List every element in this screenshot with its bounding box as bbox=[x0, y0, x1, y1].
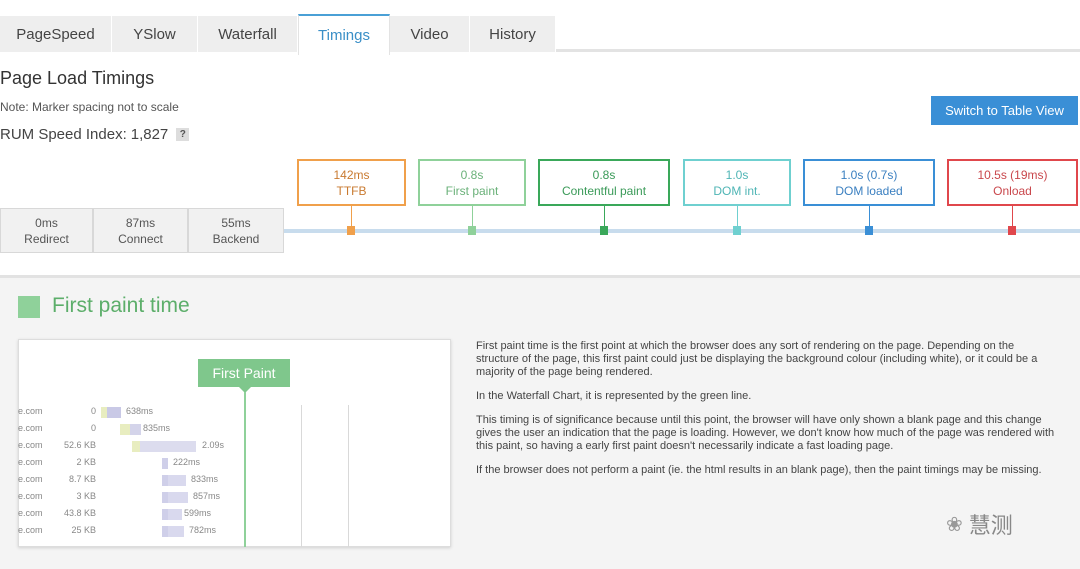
connect-timing: 87ms Connect bbox=[93, 208, 188, 253]
row-timing-bar bbox=[168, 509, 182, 520]
row-size: 8.7 KB bbox=[68, 474, 96, 484]
row-timing-bar bbox=[130, 424, 141, 435]
row-timing-bar bbox=[120, 424, 130, 435]
onload-value: 10.5s (19ms) bbox=[977, 167, 1048, 182]
contentful-paint-stem bbox=[604, 206, 605, 228]
tab-waterfall[interactable]: Waterfall bbox=[198, 16, 298, 52]
first-paint-dot bbox=[468, 226, 476, 235]
waterfall-row: e.com 43.8 KB 599ms bbox=[18, 507, 438, 521]
row-timing-bar bbox=[168, 526, 184, 537]
first-paint-swatch bbox=[18, 296, 40, 318]
row-time: 835ms bbox=[143, 423, 171, 433]
row-size: 0 bbox=[90, 423, 96, 433]
page-title: Page Load Timings bbox=[0, 68, 155, 88]
row-time: 638ms bbox=[126, 406, 154, 416]
waterfall-row: e.com 25 KB 782ms bbox=[18, 524, 438, 538]
row-timing-bar bbox=[140, 441, 196, 452]
help-icon[interactable]: ? bbox=[176, 128, 190, 141]
row-timing-bar bbox=[168, 492, 188, 503]
dom-interactive-stem bbox=[737, 206, 738, 228]
row-time: 222ms bbox=[173, 457, 201, 467]
dom-loaded-stem bbox=[869, 206, 870, 228]
dom-loaded-value: 1.0s (0.7s) bbox=[840, 167, 898, 182]
onload-stem bbox=[1012, 206, 1013, 228]
row-timing-bar bbox=[107, 407, 121, 418]
first-paint-label: First paint bbox=[445, 183, 499, 198]
connect-value: 87ms bbox=[125, 215, 156, 230]
redirect-label: Redirect bbox=[24, 231, 69, 246]
contentful-paint-dot bbox=[600, 226, 608, 235]
dom-interactive-marker: 1.0s DOM int. bbox=[683, 159, 791, 206]
backend-timing: 55ms Backend bbox=[188, 208, 284, 253]
onload-dot bbox=[1008, 226, 1016, 235]
row-time: 857ms bbox=[193, 491, 221, 501]
ttfb-label: TTFB bbox=[336, 183, 367, 198]
row-timing-bar bbox=[168, 475, 186, 486]
row-time: 782ms bbox=[189, 525, 217, 535]
section-description: First paint time is the first point at w… bbox=[476, 340, 1056, 488]
contentful-paint-marker: 0.8s Contentful paint bbox=[538, 159, 670, 206]
rum-label: RUM Speed Index: bbox=[0, 126, 127, 143]
ttfb-dot bbox=[347, 226, 355, 235]
timeline-bar bbox=[284, 229, 1080, 233]
first-paint-value: 0.8s bbox=[460, 167, 484, 182]
ttfb-marker: 142ms TTFB bbox=[297, 159, 406, 206]
row-size: 3 KB bbox=[76, 491, 96, 501]
row-size: 2 KB bbox=[76, 457, 96, 467]
row-time: 599ms bbox=[184, 508, 212, 518]
backend-label: Backend bbox=[212, 231, 260, 246]
dom-loaded-label: DOM loaded bbox=[835, 183, 903, 198]
tab-history[interactable]: History bbox=[470, 16, 556, 52]
description-paragraph: This timing is of significance because u… bbox=[476, 414, 1055, 452]
watermark: ❀ 慧测 bbox=[946, 508, 1013, 540]
row-time: 2.09s bbox=[202, 440, 225, 450]
tab-timings[interactable]: Timings bbox=[298, 14, 390, 55]
first-paint-marker: 0.8s First paint bbox=[418, 159, 526, 206]
section-title: First paint time bbox=[52, 294, 190, 317]
waterfall-row: e.com 52.6 KB 2.09s bbox=[18, 439, 438, 453]
waterfall-row: e.com 8.7 KB 833ms bbox=[18, 473, 438, 487]
row-timing-bar bbox=[132, 441, 140, 452]
ttfb-stem bbox=[351, 206, 352, 228]
tab-pagespeed[interactable]: PageSpeed bbox=[0, 16, 112, 52]
switch-to-table-view-button[interactable]: Switch to Table View bbox=[931, 96, 1078, 125]
description-paragraph: In the Waterfall Chart, it is represente… bbox=[476, 390, 752, 402]
row-size: 0 bbox=[90, 406, 96, 416]
description-paragraph: If the browser does not perform a paint … bbox=[476, 464, 1042, 476]
dom-loaded-dot bbox=[865, 226, 873, 235]
watermark-text: 慧测 bbox=[968, 513, 1013, 538]
dom-interactive-label: DOM int. bbox=[713, 183, 761, 198]
contentful-paint-label: Contentful paint bbox=[561, 183, 647, 198]
tab-video[interactable]: Video bbox=[390, 16, 470, 52]
redirect-value: 0ms bbox=[35, 215, 58, 230]
redirect-timing: 0ms Redirect bbox=[0, 208, 93, 253]
contentful-paint-value: 0.8s bbox=[592, 167, 616, 182]
first-paint-stem bbox=[472, 206, 473, 228]
wechat-icon: ❀ bbox=[946, 513, 963, 536]
onload-label: Onload bbox=[993, 183, 1032, 198]
tab-bar: PageSpeed YSlow Waterfall Timings Video … bbox=[0, 14, 1080, 55]
backend-value: 55ms bbox=[221, 215, 251, 230]
row-size: 25 KB bbox=[71, 525, 96, 535]
dom-interactive-dot bbox=[733, 226, 741, 235]
description-paragraph: First paint time is the first point at w… bbox=[476, 340, 1038, 378]
waterfall-row: e.com 2 KB 222ms bbox=[18, 456, 438, 470]
rum-speed-index: RUM Speed Index: 1,827 ? bbox=[0, 126, 190, 143]
row-timing-bar bbox=[162, 458, 168, 469]
waterfall-row: e.com 3 KB 857ms bbox=[18, 490, 438, 504]
connect-label: Connect bbox=[118, 231, 163, 246]
waterfall-row: e.com 0 638ms bbox=[18, 405, 438, 419]
rum-value: 1,827 bbox=[130, 126, 169, 143]
row-size: 52.6 KB bbox=[63, 440, 96, 450]
dom-loaded-marker: 1.0s (0.7s) DOM loaded bbox=[803, 159, 935, 206]
ttfb-value: 142ms bbox=[333, 167, 370, 182]
dom-interactive-value: 1.0s bbox=[725, 167, 749, 182]
row-time: 833ms bbox=[191, 474, 219, 484]
waterfall-row: e.com 0 835ms bbox=[18, 422, 438, 436]
marker-note: Note: Marker spacing not to scale bbox=[0, 100, 179, 114]
first-paint-chart-label: First Paint bbox=[198, 359, 290, 387]
row-size: 43.8 KB bbox=[63, 508, 96, 518]
onload-marker: 10.5s (19ms) Onload bbox=[947, 159, 1078, 206]
tab-yslow[interactable]: YSlow bbox=[112, 16, 198, 52]
